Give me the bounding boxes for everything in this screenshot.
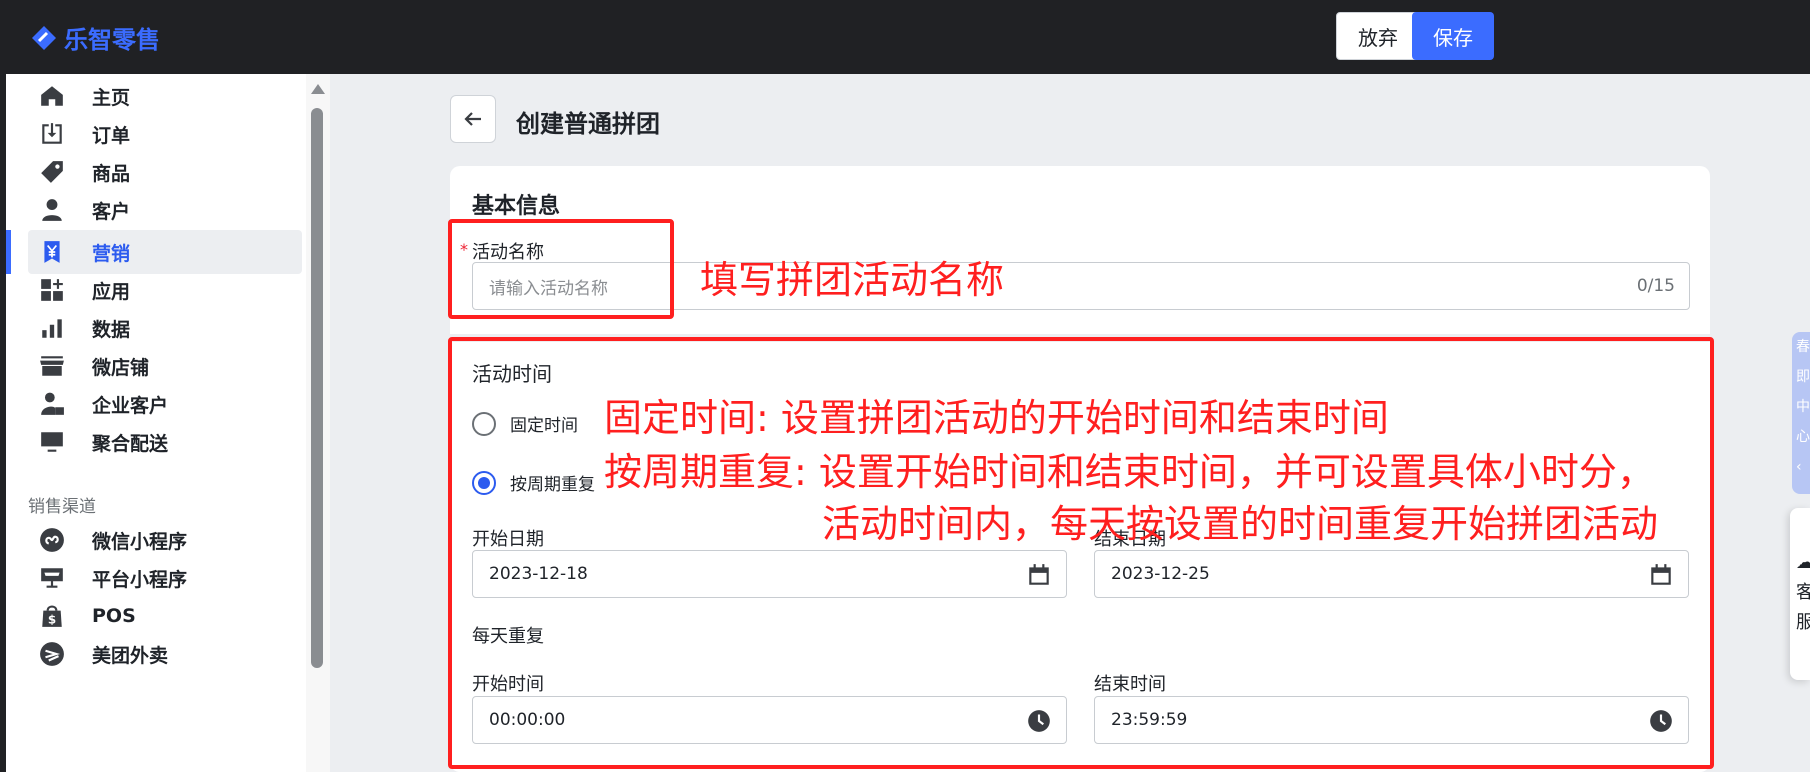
active-indicator (6, 230, 11, 274)
annotation-box-name (448, 219, 674, 319)
sidebar-item-label: 美团外卖 (92, 644, 169, 667)
sidebar: 主页 订单 商品 客户 营销 应用 数据 微店铺 企业客户 聚合配送 销售渠道 … (6, 74, 306, 772)
top-bar: 乐智零售 放弃 保存 (6, 0, 1810, 74)
page-title: 创建普通拼团 (516, 110, 660, 138)
business-person-icon (38, 390, 66, 418)
sidebar-item-label: 微店铺 (92, 356, 150, 379)
float-tab-char: 即 (1796, 369, 1810, 385)
scroll-thumb[interactable] (311, 108, 323, 668)
discard-button[interactable]: 放弃 (1336, 12, 1420, 60)
yen-badge-icon (38, 238, 66, 266)
back-button[interactable] (450, 95, 496, 143)
meituan-icon (38, 640, 66, 668)
app-logo[interactable]: 乐智零售 (30, 20, 160, 55)
arrow-left-icon (464, 112, 481, 126)
mini-program-icon (38, 526, 66, 554)
annotation-cycle-note-1: 按周期重复: 设置开始时间和结束时间，并可设置具体小时分， (604, 450, 1655, 494)
scroll-up-arrow-icon[interactable] (311, 84, 325, 94)
sidebar-item-label: POS (92, 605, 136, 627)
sidebar-item-label: 数据 (92, 318, 131, 341)
inbox-download-icon (38, 120, 66, 148)
sales-channel-title: 销售渠道 (28, 497, 96, 517)
tag-icon (38, 158, 66, 186)
save-button[interactable]: 保存 (1412, 12, 1494, 60)
float-tab-char: 中 (1796, 399, 1810, 415)
sidebar-item-delivery[interactable]: 聚合配送 (28, 420, 302, 464)
float-tab-char: 春 (1796, 339, 1810, 355)
float-card-char: 服 (1796, 612, 1810, 633)
pos-bag-icon: $ (38, 602, 66, 630)
sidebar-item-label: 聚合配送 (92, 432, 169, 455)
sidebar-scrollbar[interactable] (306, 74, 330, 772)
float-tab-char: ‹ (1796, 459, 1802, 475)
sidebar-item-customers[interactable]: 客户 (28, 188, 302, 232)
sidebar-item-label: 主页 (92, 86, 131, 109)
sidebar-item-label: 平台小程序 (92, 568, 188, 591)
store-icon (38, 352, 66, 380)
home-icon (38, 82, 66, 110)
apps-grid-icon (38, 276, 66, 304)
sidebar-item-label: 客户 (92, 200, 131, 223)
headset-icon: ☁ (1796, 552, 1810, 573)
annotation-cycle-note-2: 活动时间内，每天按设置的时间重复开始拼团活动 (822, 502, 1659, 546)
float-tab-char: 心 (1796, 429, 1810, 445)
floating-side-tab[interactable]: 春 即 中 心 ‹ (1792, 332, 1810, 494)
svg-text:$: $ (48, 613, 56, 627)
sidebar-item-label: 商品 (92, 162, 131, 185)
annotation-name-note: 填写拼团活动名称 (700, 258, 1005, 302)
customer-service-widget[interactable]: ☁ 客 服 (1790, 508, 1810, 680)
annotation-fixed-note: 固定时间: 设置拼团活动的开始时间和结束时间 (604, 396, 1389, 440)
sidebar-item-label: 应用 (92, 280, 131, 303)
platform-store-icon (38, 564, 66, 592)
char-count: 0/15 (1636, 276, 1675, 296)
person-icon (38, 196, 66, 224)
logo-diamond-icon (32, 25, 56, 50)
basic-info-heading: 基本信息 (472, 194, 561, 219)
sidebar-item-meituan[interactable]: 美团外卖 (28, 632, 302, 676)
sidebar-item-label: 订单 (92, 124, 131, 147)
monitor-icon (38, 428, 66, 456)
sidebar-item-label: 营销 (92, 242, 131, 265)
sidebar-item-label: 微信小程序 (92, 530, 188, 553)
bar-chart-icon (38, 314, 66, 342)
float-card-char: 客 (1796, 582, 1810, 603)
sidebar-item-label: 企业客户 (92, 394, 169, 417)
logo-text: 乐智零售 (64, 26, 160, 54)
